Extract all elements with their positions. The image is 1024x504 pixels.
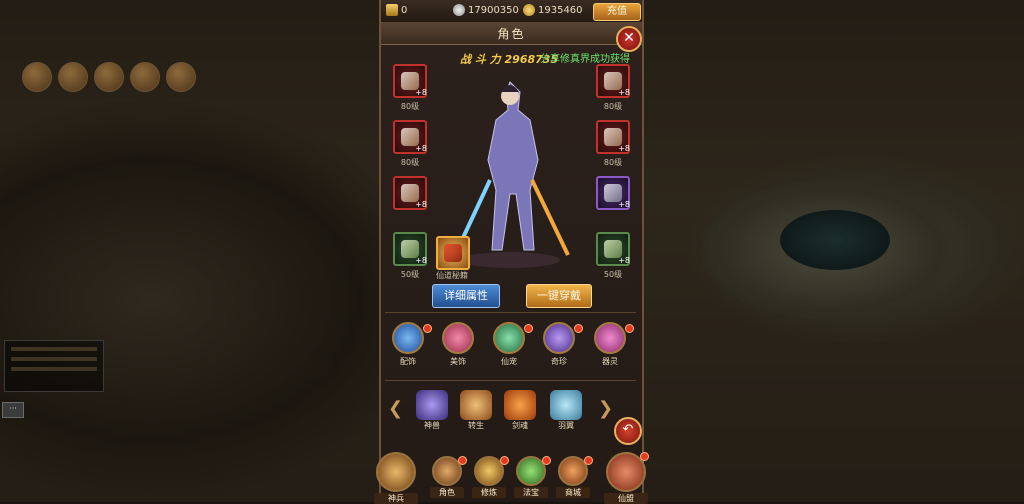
notification-dot: [542, 456, 551, 465]
special-item-slot[interactable]: [436, 236, 470, 270]
recharge-button[interactable]: 充值: [593, 3, 641, 21]
accessory-icon: [392, 322, 424, 354]
pet-icon: [493, 322, 525, 354]
equip-slot-weapon[interactable]: +8: [393, 64, 427, 98]
spirit-icon: [594, 322, 626, 354]
rebirth-icon: [460, 390, 492, 420]
feature-spirit[interactable]: 器灵: [589, 322, 634, 372]
pet-wings[interactable]: 羽翼: [546, 390, 586, 438]
gold-ingot-icon: [523, 4, 535, 16]
nav-divine-weapon[interactable]: 神兵: [374, 452, 418, 504]
equip-level: 80级: [603, 102, 623, 111]
pet-rebirth[interactable]: 转生: [456, 390, 496, 438]
notification-dot: [423, 324, 432, 333]
ingot-icon: [386, 4, 398, 16]
equip-level: 50级: [400, 270, 420, 279]
close-button[interactable]: ✕: [616, 26, 642, 52]
wings-icon: [550, 390, 582, 420]
scroll-left-arrow[interactable]: ❮: [388, 398, 403, 419]
bottom-nav: 神兵 角色 修炼 法宝 商城 仙盟: [370, 452, 654, 504]
equip-slot-helmet[interactable]: +8: [596, 64, 630, 98]
feature-accessory[interactable]: 配饰: [387, 322, 432, 372]
notification-dot: [625, 324, 634, 333]
system-ticker: 分享修真界成功获得: [540, 54, 630, 65]
silver-amount: 17900350: [468, 4, 519, 16]
notification-dot: [500, 456, 509, 465]
equip-level: 80级: [400, 158, 420, 167]
notification-dot: [458, 456, 467, 465]
equip-slot-necklace[interactable]: +8: [596, 232, 630, 266]
nav-magic-treasure[interactable]: 法宝: [514, 456, 551, 502]
nav-character[interactable]: 角色: [430, 456, 467, 502]
combat-power-label: 战 斗 力: [460, 53, 501, 66]
notification-dot: [640, 452, 649, 461]
treasure-icon: [543, 322, 575, 354]
activity-icon: [94, 62, 124, 92]
equip-level: 80级: [400, 102, 420, 111]
pet-sword-soul[interactable]: 剑魂: [500, 390, 540, 438]
world-activity-icons: [22, 62, 196, 92]
nav-cultivation[interactable]: 修炼: [472, 456, 509, 502]
divine-weapon-icon: [376, 452, 416, 492]
beauty-icon: [442, 322, 474, 354]
pet-beast[interactable]: 神兽: [412, 390, 452, 438]
feature-beauty[interactable]: 美饰: [437, 322, 479, 372]
return-button[interactable]: ↶: [614, 417, 642, 445]
window-title: 角色: [497, 27, 526, 41]
equip-slot-bracer[interactable]: +8: [393, 176, 427, 210]
equip-level: 50级: [603, 270, 623, 279]
scroll-right-arrow[interactable]: ❯: [598, 398, 613, 419]
window-title-bar: 角色: [381, 22, 642, 45]
activity-icon: [166, 62, 196, 92]
gold-amount: 1935460: [538, 4, 583, 16]
feature-pet[interactable]: 仙宠: [488, 322, 533, 372]
world-info-panel: [4, 340, 104, 392]
nav-shop[interactable]: 商城: [556, 456, 593, 502]
equip-level: 80级: [603, 158, 623, 167]
ingot-amount: 0: [401, 4, 408, 16]
equip-all-button[interactable]: 一键穿戴: [526, 284, 592, 308]
equip-slot-armor[interactable]: +8: [393, 120, 427, 154]
activity-icon: [58, 62, 88, 92]
sword-soul-icon: [504, 390, 536, 420]
feature-treasure[interactable]: 奇珍: [538, 322, 583, 372]
notification-dot: [584, 456, 593, 465]
special-item-label: 仙道秘籍: [436, 271, 468, 280]
activity-icon: [130, 62, 160, 92]
details-button[interactable]: 详细属性: [432, 284, 500, 308]
beast-icon: [416, 390, 448, 420]
notification-dot: [524, 324, 533, 333]
chat-icon[interactable]: ···: [2, 402, 24, 418]
equip-slot-shoulder[interactable]: +8: [596, 120, 630, 154]
activity-icon: [22, 62, 52, 92]
equip-slot-ring[interactable]: +8: [393, 232, 427, 266]
book-icon: [444, 244, 462, 262]
nav-alliance[interactable]: 仙盟: [604, 452, 649, 504]
silver-coin-icon: [453, 4, 465, 16]
equip-slot-boots[interactable]: +8: [596, 176, 630, 210]
notification-dot: [574, 324, 583, 333]
currency-bar: 0 17900350 1935460 充值: [381, 0, 642, 23]
